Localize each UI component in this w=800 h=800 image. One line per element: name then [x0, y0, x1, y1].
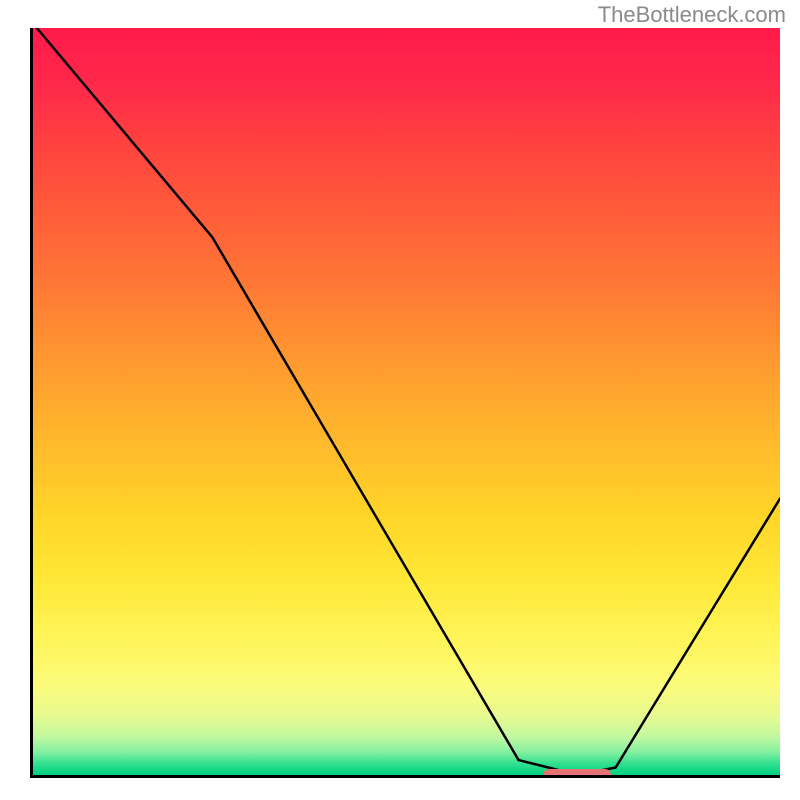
bottleneck-curve — [33, 28, 780, 775]
attribution-text: TheBottleneck.com — [598, 2, 786, 28]
plot-area — [30, 28, 780, 778]
chart-container: TheBottleneck.com — [0, 0, 800, 800]
optimal-range-marker — [543, 769, 611, 778]
